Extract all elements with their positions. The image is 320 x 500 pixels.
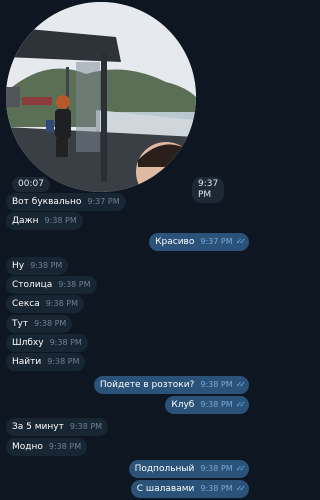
message-bubble[interactable]: За 5 минут 9:38 PM [6,418,109,436]
message-bubble[interactable]: Клуб 9:38 PM ✓✓ [165,396,249,414]
message-text: Шлбху [12,338,44,348]
message-time: 9:38 PM [44,216,77,225]
message-time: 9:38 PM [200,484,233,493]
message-time: 9:38 PM [200,400,233,409]
message-time: 9:38 PM [58,280,91,289]
message-time: 9:38 PM [48,442,82,451]
video-message[interactable]: 00:07 9:37 PM [6,2,225,203]
message-bubble[interactable]: Красиво 9:37 PM ✓✓ [149,233,249,251]
message-time: 9:38 PM [34,319,67,328]
message-time: 9:38 PM [49,338,82,347]
message-bubble[interactable]: Пойдете в розтоки? 9:38 PM ✓✓ [93,376,249,394]
video-time-badge: 9:37 PM [192,177,225,203]
message-text: Модно [12,442,43,452]
message-bubble[interactable]: Модно 9:38 PM [6,438,88,456]
message-bubble[interactable]: Ну 9:38 PM [6,257,69,275]
message-bubble[interactable]: Столица 9:38 PM [6,276,97,294]
double-check-icon: ✓✓ [235,484,247,493]
message-text: Ну [12,261,25,271]
message-text: Красиво [155,237,195,247]
message-time: 9:38 PM [69,422,103,431]
message-bubble[interactable]: С шалавами 9:38 PM ✓✓ [130,480,249,498]
message-text: С шалавами [136,484,195,494]
double-check-icon: ✓✓ [235,464,247,473]
message-time: 9:38 PM [30,261,63,270]
message-time: 9:38 PM [47,357,80,366]
message-bubble[interactable]: Тут 9:38 PM [6,315,73,333]
message-text: Тут [12,319,29,329]
message-bubble[interactable]: Вот буквально 9:37 PM [6,193,126,211]
message-text: Клуб [171,400,195,410]
video-thumbnail[interactable] [6,2,196,192]
double-check-icon: ✓✓ [235,400,247,409]
message-bubble[interactable]: Шлбху 9:38 PM [6,334,88,352]
message-text: Столица [12,280,53,290]
message-text: Секса [12,299,40,309]
message-text: Пойдете в розтоки? [99,380,195,390]
message-bubble[interactable]: Найти 9:38 PM [6,353,86,371]
message-text: Найти [12,357,42,367]
message-text: Вот буквально [12,197,82,207]
message-bubble[interactable]: Подпольный 9:38 PM ✓✓ [128,460,249,478]
message-text: Подпольный [134,464,195,474]
message-time: 9:38 PM [200,464,233,473]
message-time: 9:37 PM [200,237,233,246]
double-check-icon: ✓✓ [235,380,247,389]
message-text: За 5 минут [12,422,64,432]
message-text: Дажн [12,216,39,226]
message-time: 9:37 PM [87,197,120,206]
double-check-icon: ✓✓ [235,237,247,246]
message-bubble[interactable]: Дажн 9:38 PM [6,212,83,230]
message-bubble[interactable]: Секса 9:38 PM [6,295,84,313]
video-duration-badge: 00:07 [12,177,50,192]
message-time: 9:38 PM [45,299,78,308]
message-time: 9:38 PM [200,380,233,389]
